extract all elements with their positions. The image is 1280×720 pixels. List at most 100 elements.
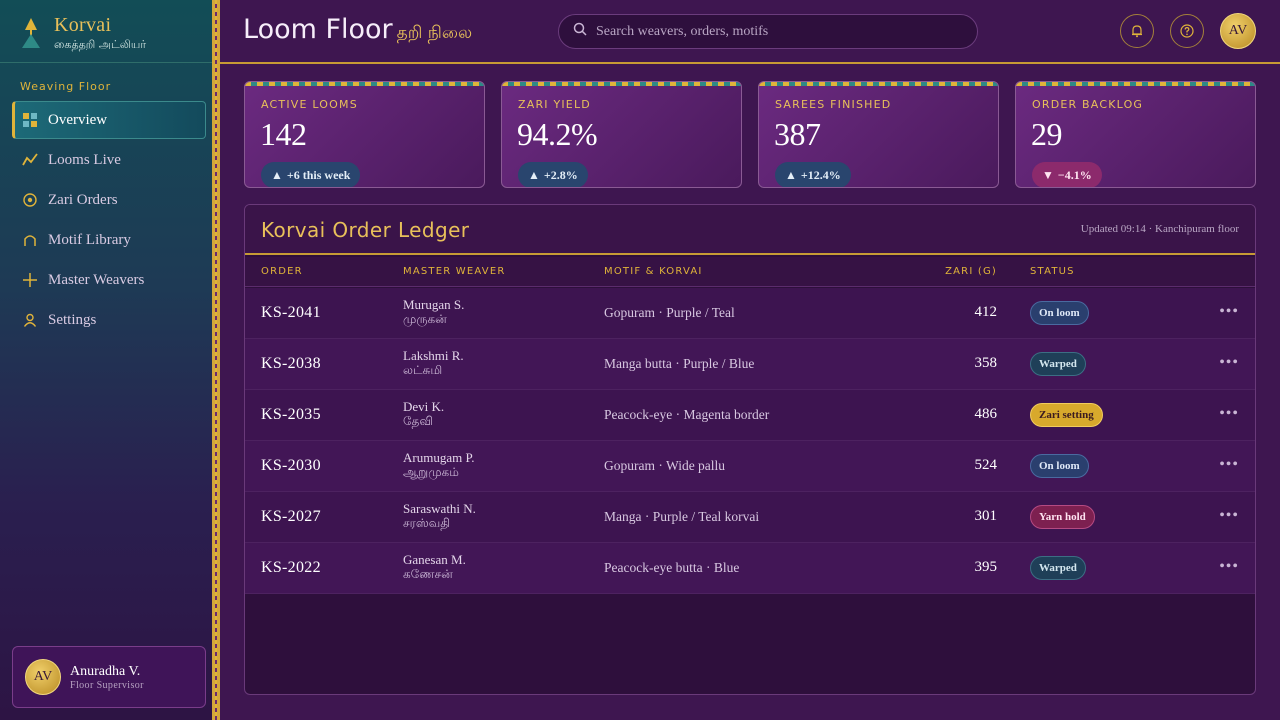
more-options-icon[interactable]: ••• bbox=[1219, 405, 1239, 423]
sidebar: Korvai கைத்தறி அட்லியர் Weaving Floor Ov… bbox=[0, 0, 212, 720]
kpi-delta-text: −4.1% bbox=[1057, 167, 1092, 182]
sidebar-nav: Overview Looms Live Zari Orders Motif Li… bbox=[12, 101, 206, 341]
table-row[interactable]: KS-2038 Lakshmi R. லட்சுமி Manga butta · … bbox=[245, 339, 1255, 390]
header-avatar[interactable]: AV bbox=[1220, 13, 1256, 49]
weaver-name-tamil: கணேசன் bbox=[403, 567, 453, 581]
weaver-cell: Lakshmi R. லட்சுமி bbox=[403, 348, 464, 378]
ledger-header: Korvai Order Ledger Updated 09:14 · Kanc… bbox=[245, 205, 1255, 255]
sidebar-item-settings[interactable]: Settings bbox=[12, 301, 206, 339]
user-icon bbox=[22, 312, 38, 328]
sidebar-item-label: Master Weavers bbox=[48, 271, 145, 288]
weaver-cell: Murugan S. முருகன் bbox=[403, 297, 464, 327]
weaver-name: Murugan S. bbox=[403, 297, 465, 312]
status-badge: Yarn hold bbox=[1030, 505, 1095, 529]
help-icon bbox=[1180, 24, 1194, 38]
kpi-label: SAREES FINISHED bbox=[775, 98, 892, 111]
zari-grams: 301 bbox=[974, 508, 998, 524]
arch-icon bbox=[22, 232, 38, 248]
table-header: ORDER MASTER WEAVER MOTIF & KORVAI ZARI … bbox=[245, 257, 1255, 287]
kpi-label: ZARI YIELD bbox=[518, 98, 591, 111]
zari-stripe bbox=[245, 82, 484, 86]
kpi-delta-badge: ▲ +6 this week bbox=[261, 162, 361, 187]
order-id: KS-2035 bbox=[261, 406, 321, 423]
zari-stripe bbox=[502, 82, 741, 86]
page-title-tamil: தறி நிலை bbox=[396, 23, 473, 43]
sidebar-item-label: Motif Library bbox=[48, 231, 131, 248]
more-options-icon[interactable]: ••• bbox=[1219, 303, 1239, 321]
order-id: KS-2038 bbox=[261, 355, 321, 372]
search-input[interactable] bbox=[596, 23, 956, 40]
weaver-name: Arumugam P. bbox=[403, 450, 475, 465]
kpi-delta-badge: ▲ +2.8% bbox=[518, 162, 588, 187]
sidebar-item-label: Settings bbox=[48, 311, 97, 328]
search-bar[interactable] bbox=[558, 14, 978, 49]
table-row[interactable]: KS-2041 Murugan S. முருகன் Gopuram · Purp… bbox=[245, 288, 1255, 339]
kpi-card-order-backlog[interactable]: ORDER BACKLOG 29 ▼ −4.1% bbox=[1015, 81, 1256, 188]
weaver-name-tamil: முருகன் bbox=[403, 312, 447, 326]
user-role: Floor Supervisor bbox=[70, 679, 144, 691]
zari-grams: 358 bbox=[974, 355, 998, 371]
kpi-card-sarees-finished[interactable]: SAREES FINISHED 387 ▲ +12.4% bbox=[758, 81, 999, 188]
weaver-name: Lakshmi R. bbox=[403, 348, 464, 363]
table-row[interactable]: KS-2022 Ganesan M. கணேசன் Peacock-eye but… bbox=[245, 543, 1255, 594]
status-badge: Warped bbox=[1030, 352, 1086, 376]
sidebar-item-label: Zari Orders bbox=[48, 191, 118, 208]
more-options-icon[interactable]: ••• bbox=[1219, 354, 1239, 372]
user-profile-card[interactable]: AV Anuradha V. Floor Supervisor bbox=[12, 646, 206, 708]
sidebar-item-overview[interactable]: Overview bbox=[12, 101, 206, 139]
kpi-card-active-looms[interactable]: ACTIVE LOOMS 142 ▲ +6 this week bbox=[244, 81, 485, 188]
sidebar-item-looms-live[interactable]: Looms Live bbox=[12, 141, 206, 179]
arrow-up-icon: ▲ bbox=[528, 167, 540, 182]
status-badge: On loom bbox=[1030, 301, 1089, 325]
sidebar-item-label: Looms Live bbox=[48, 151, 121, 168]
order-id: KS-2027 bbox=[261, 508, 321, 525]
sidebar-item-zari-orders[interactable]: Zari Orders bbox=[12, 181, 206, 219]
arrow-up-icon: ▲ bbox=[785, 167, 797, 182]
table-row[interactable]: KS-2030 Arumugam P. ஆறுமுகம் Gopuram · Wi… bbox=[245, 441, 1255, 492]
weaver-cell: Devi K. தேவி bbox=[403, 399, 444, 429]
brand-subtitle: கைத்தறி அட்லியர் bbox=[54, 38, 147, 51]
table-row[interactable]: KS-2027 Saraswathi N. சரஸ்வதி Manga · Pur… bbox=[245, 492, 1255, 543]
column-header-zari[interactable]: ZARI (G) bbox=[945, 266, 997, 277]
loom-logo-icon bbox=[22, 18, 40, 48]
motif-korvai: Gopuram · Purple / Teal bbox=[604, 305, 735, 320]
more-options-icon[interactable]: ••• bbox=[1219, 456, 1239, 474]
weaver-name: Devi K. bbox=[403, 399, 445, 414]
kpi-delta-text: +2.8% bbox=[543, 167, 578, 182]
column-header-status[interactable]: STATUS bbox=[1030, 266, 1075, 277]
arrow-down-icon: ▼ bbox=[1042, 167, 1054, 182]
help-button[interactable] bbox=[1170, 14, 1204, 48]
zari-stripe bbox=[1016, 82, 1255, 86]
notifications-button[interactable] bbox=[1120, 14, 1154, 48]
zari-border-divider bbox=[212, 0, 220, 720]
table-row[interactable]: KS-2035 Devi K. தேவி Peacock-eye · Magent… bbox=[245, 390, 1255, 441]
kpi-value: 142 bbox=[260, 116, 307, 152]
divider bbox=[0, 62, 212, 63]
more-options-icon[interactable]: ••• bbox=[1219, 558, 1239, 576]
more-options-icon[interactable]: ••• bbox=[1219, 507, 1239, 525]
order-id: KS-2030 bbox=[261, 457, 321, 474]
kpi-card-zari-yield[interactable]: ZARI YIELD 94.2% ▲ +2.8% bbox=[501, 81, 742, 188]
brand[interactable]: Korvai கைத்தறி அட்லியர் bbox=[20, 14, 146, 53]
motif-korvai: Manga · Purple / Teal korvai bbox=[604, 509, 760, 524]
kpi-delta-badge: ▼ −4.1% bbox=[1032, 162, 1102, 187]
sidebar-item-motif-library[interactable]: Motif Library bbox=[12, 221, 206, 259]
column-header-weaver[interactable]: MASTER WEAVER bbox=[403, 266, 506, 277]
order-ledger: Korvai Order Ledger Updated 09:14 · Kanc… bbox=[244, 204, 1256, 695]
sidebar-item-label: Overview bbox=[48, 111, 108, 128]
kpi-value: 29 bbox=[1031, 116, 1063, 152]
status-badge: Warped bbox=[1030, 556, 1086, 580]
sidebar-item-master-weavers[interactable]: Master Weavers bbox=[12, 261, 206, 299]
plus-icon bbox=[22, 272, 38, 288]
column-header-order[interactable]: ORDER bbox=[261, 266, 303, 277]
zari-grams: 395 bbox=[974, 559, 998, 575]
kpi-label: ORDER BACKLOG bbox=[1032, 98, 1144, 111]
kpi-delta-text: +12.4% bbox=[800, 167, 841, 182]
status-badge: On loom bbox=[1030, 454, 1089, 478]
zari-grams: 412 bbox=[974, 304, 998, 320]
kpi-delta-text: +6 this week bbox=[286, 167, 351, 182]
kpi-value: 387 bbox=[774, 116, 821, 152]
grid-icon bbox=[22, 112, 38, 128]
column-header-motif[interactable]: MOTIF & KORVAI bbox=[604, 266, 703, 277]
target-icon bbox=[22, 192, 38, 208]
